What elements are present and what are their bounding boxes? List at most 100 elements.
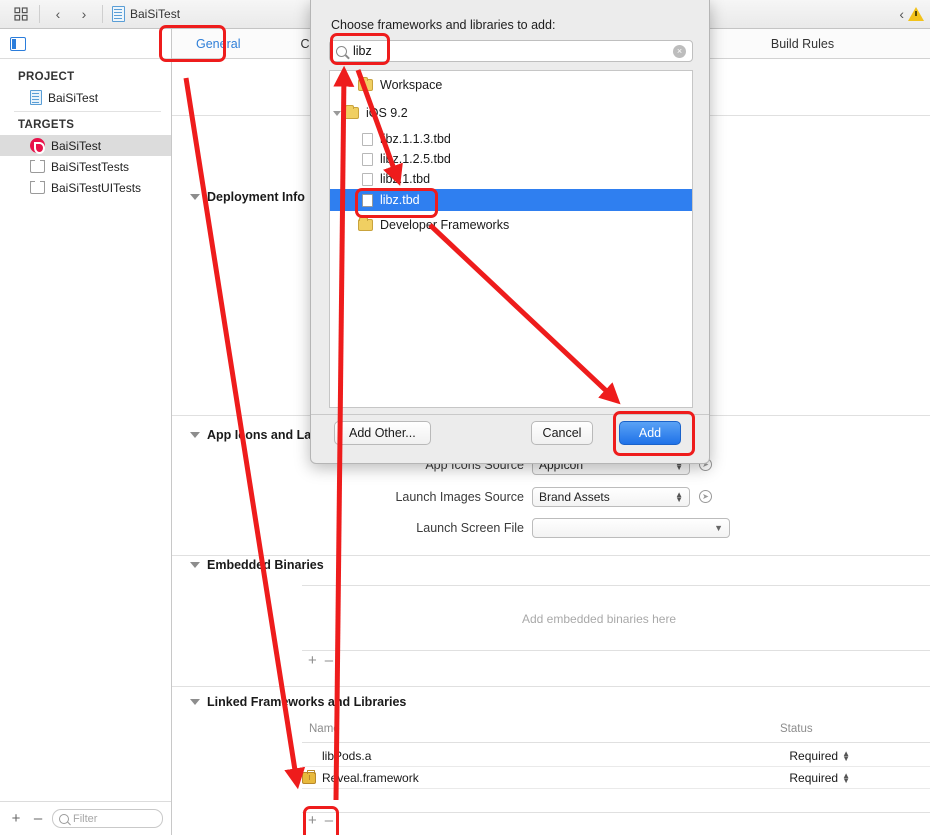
tree-item-label: libz.1.tbd bbox=[380, 172, 431, 186]
sidebar-item-baisitestuitests[interactable]: BaiSiTestUITests bbox=[0, 177, 171, 198]
tab-build-rules[interactable]: Build Rules bbox=[755, 29, 850, 59]
launch-screen-file-select[interactable]: ▼ bbox=[532, 518, 730, 538]
framework-name: libPods.a bbox=[302, 749, 371, 763]
launch-images-source-value: Brand Assets bbox=[539, 490, 610, 504]
file-icon bbox=[362, 172, 373, 186]
embedded-binaries-add-remove[interactable]: +– bbox=[308, 652, 341, 669]
test-target-icon bbox=[29, 159, 46, 173]
section-embedded-binaries[interactable]: Embedded Binaries bbox=[190, 558, 324, 572]
section-divider-4 bbox=[172, 686, 930, 687]
tree-item-libz-1[interactable]: libz.1.tbd bbox=[330, 169, 692, 189]
tree-item-workspace[interactable]: Workspace bbox=[330, 75, 692, 95]
tree-item-label: Developer Frameworks bbox=[380, 218, 510, 232]
dialog-title: Choose frameworks and libraries to add: bbox=[331, 18, 556, 32]
section-label: Linked Frameworks and Libraries bbox=[207, 695, 407, 709]
section-label: Deployment Info bbox=[207, 190, 305, 204]
sidebar-group-targets: TARGETS bbox=[18, 119, 75, 131]
launch-screen-file-label: Launch Screen File bbox=[416, 521, 524, 535]
launch-images-source-label: Launch Images Source bbox=[395, 490, 524, 504]
table-row[interactable]: libPods.a Required ▲ ▼ bbox=[302, 745, 930, 767]
section-linked-frameworks[interactable]: Linked Frameworks and Libraries bbox=[190, 695, 406, 709]
forward-button[interactable]: › bbox=[71, 3, 97, 25]
tree-item-ios-92[interactable]: iOS 9.2 bbox=[330, 103, 692, 123]
stepper-icon[interactable]: ▲ ▼ bbox=[842, 749, 850, 762]
breadcrumb[interactable]: BaiSiTest bbox=[112, 6, 180, 22]
section-deployment-info[interactable]: Deployment Info bbox=[190, 190, 305, 204]
sidebar-item-baisitest-target[interactable]: BaiSiTest bbox=[0, 135, 171, 156]
stepper-icon: ▲▼ bbox=[675, 490, 683, 504]
search-value: libz bbox=[353, 44, 372, 58]
grid-icon[interactable] bbox=[8, 3, 34, 25]
filter-placeholder: Filter bbox=[73, 812, 98, 825]
folder-icon bbox=[358, 77, 373, 91]
framework-icon bbox=[302, 769, 316, 784]
column-header-name: Name bbox=[309, 723, 340, 735]
folder-icon bbox=[358, 217, 373, 231]
back-button[interactable]: ‹ bbox=[45, 3, 71, 25]
chevron-down-icon: ▼ bbox=[714, 523, 723, 533]
sidebar-item-label: BaiSiTest bbox=[48, 90, 99, 105]
search-input[interactable]: libz × bbox=[329, 40, 693, 62]
disclosure-triangle-icon[interactable] bbox=[190, 432, 200, 438]
tree-item-label: libz.1.2.5.tbd bbox=[380, 152, 451, 166]
framework-name-label: libPods.a bbox=[322, 748, 372, 763]
sidebar-footer: + – Filter bbox=[0, 801, 171, 835]
sidebar-item-label: BaiSiTest bbox=[51, 138, 102, 153]
project-file-icon bbox=[30, 90, 42, 105]
search-icon bbox=[336, 45, 347, 57]
tab-general[interactable]: General bbox=[180, 29, 256, 59]
xcode-window: ‹ › BaiSiTest ‹ PROJECT BaiSiTest TARGET… bbox=[0, 0, 930, 835]
sidebar-list: PROJECT BaiSiTest TARGETS BaiSiTest BaiS… bbox=[0, 59, 171, 198]
framework-status[interactable]: Required ▲ ▼ bbox=[789, 771, 930, 785]
add-button[interactable]: Add bbox=[619, 421, 681, 445]
launch-images-source-arrow-button[interactable]: ➤ bbox=[699, 490, 712, 503]
disclosure-triangle-icon[interactable] bbox=[330, 110, 344, 116]
add-other-button[interactable]: Add Other... bbox=[334, 421, 431, 445]
sidebar-header bbox=[0, 29, 171, 59]
tree-item-label: libz.1.1.3.tbd bbox=[380, 132, 451, 146]
tree-item-label: Workspace bbox=[380, 78, 443, 92]
choose-frameworks-dialog: Choose frameworks and libraries to add: … bbox=[310, 0, 710, 464]
toolbar-divider bbox=[39, 5, 40, 23]
sidebar-item-baisitest-project[interactable]: BaiSiTest bbox=[0, 87, 171, 108]
tree-item-libz-tbd[interactable]: libz.tbd bbox=[330, 189, 692, 211]
collapse-inspector-button[interactable]: ‹ bbox=[899, 6, 904, 22]
sidebar-item-label: BaiSiTestUITests bbox=[51, 180, 142, 195]
folder-icon bbox=[344, 105, 359, 119]
section-label: App Icons and Lau bbox=[207, 428, 319, 442]
tree-item-developer-frameworks[interactable]: Developer Frameworks bbox=[330, 215, 692, 235]
disclosure-triangle-icon[interactable] bbox=[190, 699, 200, 705]
framework-name-label: Reveal.framework bbox=[322, 770, 419, 785]
embedded-binaries-bottom-rule bbox=[302, 650, 930, 651]
panel-toggle-icon[interactable] bbox=[10, 36, 26, 51]
stepper-icon[interactable]: ▲ ▼ bbox=[842, 771, 850, 784]
sidebar-divider bbox=[14, 111, 161, 112]
sidebar-item-label: BaiSiTestTests bbox=[51, 159, 130, 174]
warning-triangle-icon[interactable] bbox=[908, 7, 924, 21]
disclosure-triangle-icon[interactable] bbox=[190, 194, 200, 200]
remove-target-button[interactable]: – bbox=[30, 810, 46, 827]
tree-item-libz-1-2-5[interactable]: libz.1.2.5.tbd bbox=[330, 149, 692, 169]
column-header-status: Status bbox=[780, 723, 813, 735]
tree-item-libz-1-1-3[interactable]: libz.1.1.3.tbd bbox=[330, 129, 692, 149]
launch-images-source-select[interactable]: Brand Assets ▲ ▼ bbox=[532, 487, 690, 507]
linked-frameworks-add-remove[interactable]: +– bbox=[308, 812, 341, 829]
embedded-binaries-top-rule bbox=[302, 585, 930, 586]
frameworks-tree-list[interactable]: Workspace iOS 9.2 libz.1.1.3.tbd libz.1.… bbox=[329, 70, 693, 408]
section-divider-3 bbox=[172, 555, 930, 556]
cancel-button[interactable]: Cancel bbox=[531, 421, 593, 445]
search-icon bbox=[59, 813, 69, 824]
disclosure-triangle-icon[interactable] bbox=[190, 562, 200, 568]
clear-search-icon[interactable]: × bbox=[673, 44, 686, 58]
framework-status-label: Required bbox=[789, 748, 839, 763]
table-row[interactable]: Reveal.framework Required ▲ ▼ bbox=[302, 767, 930, 789]
app-target-icon bbox=[30, 138, 45, 154]
sidebar-item-baisitesttests[interactable]: BaiSiTestTests bbox=[0, 156, 171, 177]
section-app-icons[interactable]: App Icons and Lau bbox=[190, 428, 319, 442]
add-target-button[interactable]: + bbox=[8, 810, 24, 827]
project-file-icon bbox=[112, 6, 125, 22]
filter-input[interactable]: Filter bbox=[52, 809, 163, 828]
framework-status[interactable]: Required ▲ ▼ bbox=[789, 749, 930, 763]
breadcrumb-label: BaiSiTest bbox=[130, 7, 181, 21]
table-bottom-rule bbox=[302, 812, 930, 813]
